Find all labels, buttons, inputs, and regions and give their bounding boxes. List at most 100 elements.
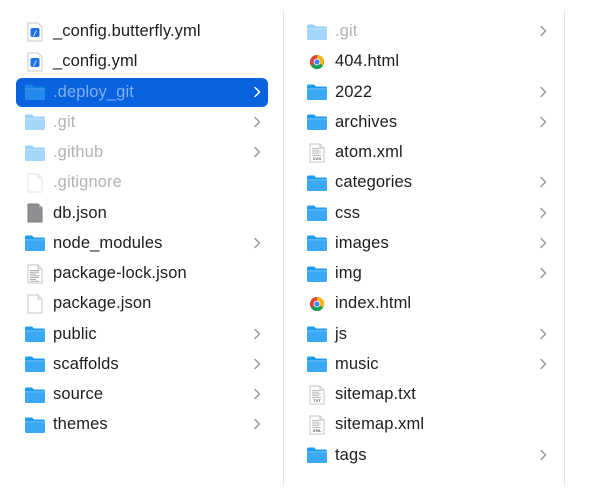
list-item-themes[interactable]: themes: [16, 410, 268, 439]
xml-file-icon: XML: [306, 415, 328, 435]
list-item-node-modules[interactable]: node_modules: [16, 229, 268, 258]
chevron-right-icon[interactable]: [252, 357, 262, 371]
chevron-right-icon[interactable]: [538, 175, 548, 189]
chrome-html-icon: [306, 52, 328, 72]
item-label: tags: [335, 445, 367, 464]
chevron-right-icon[interactable]: [538, 357, 548, 371]
list-item-package-lock-json[interactable]: package-lock.json: [16, 259, 268, 288]
list-item-package-json[interactable]: package.json: [16, 289, 268, 318]
list-item-js[interactable]: js: [300, 320, 554, 349]
chevron-right-icon[interactable]: [538, 85, 548, 99]
folder-icon: [306, 173, 328, 193]
chevron-right-icon[interactable]: [538, 266, 548, 280]
item-label: package.json: [53, 294, 152, 313]
svg-text:TXT: TXT: [313, 399, 321, 403]
chevron-right-icon[interactable]: [538, 448, 548, 462]
folder-icon: [24, 143, 46, 163]
yaml-file-icon: /: [24, 52, 46, 72]
list-item-categories[interactable]: categories: [300, 168, 554, 197]
list-item-images[interactable]: images: [300, 229, 554, 258]
folder-icon: [24, 324, 46, 344]
column-deploy-git[interactable]: .git 404.html 2022 archives SVG atom.xml…: [284, 0, 564, 494]
item-label: package-lock.json: [53, 264, 187, 282]
item-label: js: [335, 324, 348, 343]
list-item-public[interactable]: public: [16, 320, 268, 349]
column-divider[interactable]: [564, 11, 565, 485]
folder-icon: [24, 354, 46, 374]
list-item-css[interactable]: css: [300, 199, 554, 228]
item-label: _config.butterfly.yml: [53, 22, 201, 40]
list-item-gitignore[interactable]: .gitignore: [16, 168, 268, 197]
list-item-sitemap-txt[interactable]: TXT sitemap.txt: [300, 380, 554, 409]
folder-icon: [24, 82, 46, 102]
list-item-git[interactable]: .git: [16, 108, 268, 137]
item-label: css: [335, 203, 361, 222]
item-label: _config.yml: [53, 52, 138, 71]
item-label: .git: [53, 112, 76, 131]
folder-icon: [306, 324, 328, 344]
item-label: 404.html: [335, 52, 400, 71]
chevron-right-icon[interactable]: [252, 417, 262, 431]
svg-text:SVG: SVG: [313, 157, 321, 161]
list-item-deploy-git[interactable]: .deploy_git: [16, 77, 268, 107]
item-label: sitemap.xml: [335, 415, 425, 434]
list-item-tags[interactable]: tags: [300, 441, 554, 470]
chevron-right-icon[interactable]: [252, 115, 262, 129]
list-item-img[interactable]: img: [300, 259, 554, 288]
list-item-archives[interactable]: archives: [300, 108, 554, 137]
chevron-right-icon[interactable]: [252, 145, 262, 159]
list-item-db-json[interactable]: db.json: [16, 199, 268, 228]
list-item-index-html[interactable]: index.html: [300, 289, 554, 318]
list-item-404-html[interactable]: 404.html: [300, 47, 554, 76]
blank-file-icon: [24, 294, 46, 314]
list-item-scaffolds[interactable]: scaffolds: [16, 350, 268, 379]
list-item-sitemap-xml[interactable]: XML sitemap.xml: [300, 410, 554, 439]
document-icon: [24, 264, 46, 284]
list-item-github[interactable]: .github: [16, 138, 268, 167]
item-label: .gitignore: [53, 173, 122, 192]
chevron-right-icon[interactable]: [252, 327, 262, 341]
item-label: img: [335, 264, 362, 282]
folder-icon: [306, 233, 328, 253]
list-item-git[interactable]: .git: [300, 17, 554, 46]
chevron-right-icon[interactable]: [538, 327, 548, 341]
item-label: .github: [53, 143, 104, 161]
list-item-2022[interactable]: 2022: [300, 78, 554, 107]
xml-file-icon: SVG: [306, 143, 328, 163]
folder-icon: [24, 233, 46, 253]
item-label: scaffolds: [53, 354, 119, 373]
item-label: source: [53, 385, 104, 403]
item-label: db.json: [53, 203, 107, 222]
svg-text:XML: XML: [313, 429, 322, 433]
folder-icon: [24, 112, 46, 132]
folder-icon: [24, 385, 46, 405]
folder-icon: [306, 82, 328, 102]
chevron-right-icon[interactable]: [252, 236, 262, 250]
chrome-html-icon: [306, 294, 328, 314]
text-file-icon: TXT: [306, 385, 328, 405]
chevron-right-icon[interactable]: [538, 24, 548, 38]
item-label: .deploy_git: [53, 82, 134, 101]
item-label: archives: [335, 112, 398, 131]
chevron-right-icon[interactable]: [538, 236, 548, 250]
chevron-right-icon[interactable]: [538, 115, 548, 129]
chevron-right-icon[interactable]: [252, 387, 262, 401]
folder-icon: [306, 112, 328, 132]
item-label: categories: [335, 173, 413, 192]
item-label: images: [335, 233, 389, 252]
list-item-music[interactable]: music: [300, 350, 554, 379]
list-item-source[interactable]: source: [16, 380, 268, 409]
folder-icon: [306, 203, 328, 223]
folder-icon: [306, 445, 328, 465]
json-file-icon: [24, 203, 46, 223]
item-label: themes: [53, 415, 108, 434]
chevron-right-icon[interactable]: [252, 85, 262, 99]
chevron-right-icon[interactable]: [538, 206, 548, 220]
column-project-root[interactable]: / _config.butterfly.yml / _config.yml .d…: [0, 0, 283, 494]
folder-icon: [306, 354, 328, 374]
yaml-file-icon: /: [24, 22, 46, 42]
list-item-config-butterfly-yml[interactable]: / _config.butterfly.yml: [16, 17, 268, 46]
list-item-config-yml[interactable]: / _config.yml: [16, 47, 268, 76]
list-item-atom-xml[interactable]: SVG atom.xml: [300, 138, 554, 167]
item-label: index.html: [335, 294, 412, 313]
